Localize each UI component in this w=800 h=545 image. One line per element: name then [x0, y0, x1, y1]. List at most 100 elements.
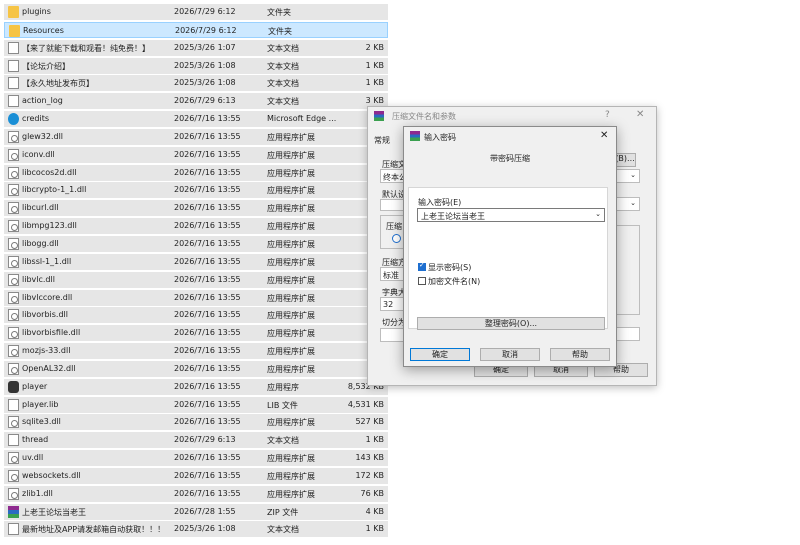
dll-icon	[8, 166, 19, 179]
close-icon[interactable]: ✕	[636, 109, 644, 120]
password-value: 上老王论坛当老王	[421, 212, 485, 221]
file-row[interactable]: 上老王论坛当老王 2026/7/28 1:55 ZIP 文件 4 KB	[4, 503, 388, 520]
organize-passwords-button[interactable]: 整理密码(O)...	[417, 317, 605, 330]
file-type: 应用程序扩展	[267, 489, 315, 499]
file-date: 2026/7/16 13:55	[174, 381, 241, 391]
dll-icon	[8, 452, 19, 465]
file-row[interactable]: libcurl.dll2026/7/16 13:55应用程序扩展3	[4, 200, 388, 217]
dict-value: 32	[383, 300, 394, 309]
close-icon[interactable]: ✕	[600, 130, 608, 141]
file-size: 143 KB	[355, 453, 384, 463]
file-row[interactable]: plugins 2026/7/29 6:12 文件夹	[4, 4, 388, 20]
file-row[interactable]: action_log 2026/7/29 6:13 文本文档 3 KB	[4, 93, 388, 110]
file-row[interactable]: player 2026/7/16 13:55 应用程序 8,532 KB	[4, 378, 388, 395]
archive-dialog-title: 压缩文件名和参数	[392, 112, 456, 121]
password-label: 输入密码(E)	[418, 198, 462, 207]
file-icon	[8, 41, 19, 54]
file-row[interactable]: 【来了就能下载和观看！纯免费！】 2025/3/26 1:07 文本文档 2 KB	[4, 39, 388, 56]
file-row[interactable]: Resources 2026/7/29 6:12 文件夹	[4, 21, 388, 38]
file-row[interactable]: glew32.dll2026/7/16 13:55应用程序扩展3	[4, 128, 388, 145]
file-type: ZIP 文件	[267, 507, 299, 517]
file-icon	[8, 95, 19, 108]
file-name: websockets.dll	[22, 470, 81, 480]
file-type: 应用程序扩展	[267, 275, 315, 285]
ok-button[interactable]: 确定	[410, 348, 470, 361]
file-type: 应用程序扩展	[267, 204, 315, 214]
file-row[interactable]: libssl-1_1.dll2026/7/16 13:55应用程序扩展1	[4, 253, 388, 270]
file-name: plugins	[22, 7, 51, 16]
show-password-checkbox[interactable]: ✓	[418, 261, 426, 271]
chevron-down-icon: ⌄	[630, 171, 636, 179]
file-row[interactable]: thread 2026/7/29 6:13 文本文档 1 KB	[4, 432, 388, 449]
file-row[interactable]: iconv.dll2026/7/16 13:55应用程序扩展8	[4, 146, 388, 163]
file-row[interactable]: mozjs-33.dll2026/7/16 13:55应用程序扩展3,0	[4, 343, 388, 360]
file-date: 2026/7/16 13:55	[174, 131, 241, 141]
file-name: sqlite3.dll	[22, 417, 61, 427]
file-row[interactable]: 最新地址及APP请发邮箱自动获取！！！ 2025/3/26 1:08 文本文档 1 K…	[4, 521, 388, 538]
file-name: libcrypto-1_1.dll	[22, 185, 87, 195]
file-size: 527 KB	[355, 417, 384, 427]
file-date: 2026/7/16 13:55	[174, 292, 241, 302]
file-date: 2026/7/16 13:55	[174, 346, 241, 356]
format-radio[interactable]	[392, 234, 401, 243]
help-icon[interactable]: ?	[605, 110, 610, 120]
file-type: 应用程序	[267, 382, 299, 392]
file-name: player	[22, 381, 48, 391]
exe-icon	[8, 380, 19, 393]
file-date: 2026/7/29 6:12	[174, 7, 236, 16]
file-date: 2025/3/26 1:07	[174, 42, 236, 52]
help-button[interactable]: 帮助	[550, 348, 610, 361]
file-row[interactable]: sqlite3.dll 2026/7/16 13:55 应用程序扩展 527 KB	[4, 414, 388, 431]
file-row[interactable]: 【论坛介绍】 2025/3/26 1:08 文本文档 1 KB	[4, 57, 388, 74]
file-row[interactable]: 【永久地址发布页】 2025/3/26 1:08 文本文档 1 KB	[4, 75, 388, 92]
file-date: 2025/3/26 1:08	[174, 60, 236, 70]
dll-icon	[8, 148, 19, 161]
browse-button[interactable]: (B)...	[614, 153, 636, 167]
file-name: Resources	[23, 25, 64, 35]
file-type: 文本文档	[267, 525, 299, 535]
file-row[interactable]: libcrypto-1_1.dll2026/7/16 13:55应用程序扩展2,…	[4, 182, 388, 199]
file-icon	[8, 523, 19, 536]
file-row[interactable]: libvorbis.dll2026/7/16 13:55应用程序扩展6	[4, 307, 388, 324]
file-row[interactable]: uv.dll 2026/7/16 13:55 应用程序扩展 143 KB	[4, 450, 388, 467]
file-icon	[8, 59, 19, 72]
tab-general[interactable]: 常规	[374, 135, 390, 146]
file-name: libvorbisfile.dll	[22, 328, 81, 338]
file-name: 【永久地址发布页】	[22, 79, 94, 89]
file-date: 2026/7/16 13:55	[174, 149, 241, 159]
file-name: zlib1.dll	[22, 488, 53, 498]
file-name: iconv.dll	[22, 149, 55, 159]
file-date: 2026/7/16 13:55	[174, 488, 241, 498]
file-row[interactable]: libmpg123.dll2026/7/16 13:55应用程序扩展1	[4, 218, 388, 235]
file-row[interactable]: zlib1.dll 2026/7/16 13:55 应用程序扩展 76 KB	[4, 485, 388, 502]
file-size: 76 KB	[360, 488, 384, 498]
encrypt-filenames-checkbox[interactable]	[418, 277, 426, 285]
file-row[interactable]: libcocos2d.dll2026/7/16 13:55应用程序扩展9,2	[4, 164, 388, 181]
cancel-button[interactable]: 取消	[480, 348, 540, 361]
file-name: OpenAL32.dll	[22, 363, 76, 373]
chevron-down-icon[interactable]: ⌄	[595, 210, 601, 218]
file-name: libvlc.dll	[22, 274, 55, 284]
file-type: 文本文档	[267, 61, 299, 71]
file-row[interactable]: libvorbisfile.dll 2026/7/16 13:55 应用程序扩展	[4, 325, 388, 342]
password-input[interactable]: 上老王论坛当老王 ⌄	[417, 208, 605, 222]
file-row[interactable]: credits 2026/7/16 13:55 Microsoft Edge ...…	[4, 111, 388, 128]
file-type: 应用程序扩展	[267, 311, 315, 321]
file-date: 2026/7/16 13:55	[174, 221, 241, 231]
browse-label: (B)...	[615, 154, 635, 163]
file-name: uv.dll	[22, 453, 44, 463]
file-row[interactable]: OpenAL32.dll2026/7/16 13:55应用程序扩展3	[4, 360, 388, 377]
option-select[interactable]: ⌄	[614, 197, 640, 211]
file-row[interactable]: player.lib 2026/7/16 13:55 LIB 文件 4,531 KB	[4, 396, 388, 413]
file-row[interactable]: libogg.dll 2026/7/16 13:55 应用程序扩展	[4, 235, 388, 252]
file-name: mozjs-33.dll	[22, 346, 71, 356]
update-mode-select[interactable]: ⌄	[614, 169, 640, 183]
file-row[interactable]: websockets.dll 2026/7/16 13:55 应用程序扩展 172 K…	[4, 467, 388, 484]
file-row[interactable]: libvlccore.dll2026/7/16 13:55应用程序扩展2,5	[4, 289, 388, 306]
extra-input[interactable]	[614, 327, 640, 341]
dll-icon	[8, 291, 19, 304]
winrar-icon	[374, 111, 384, 121]
dll-icon	[8, 130, 19, 143]
file-type: 应用程序扩展	[267, 257, 315, 267]
file-row[interactable]: libvlc.dll2026/7/16 13:55应用程序扩展1	[4, 271, 388, 288]
